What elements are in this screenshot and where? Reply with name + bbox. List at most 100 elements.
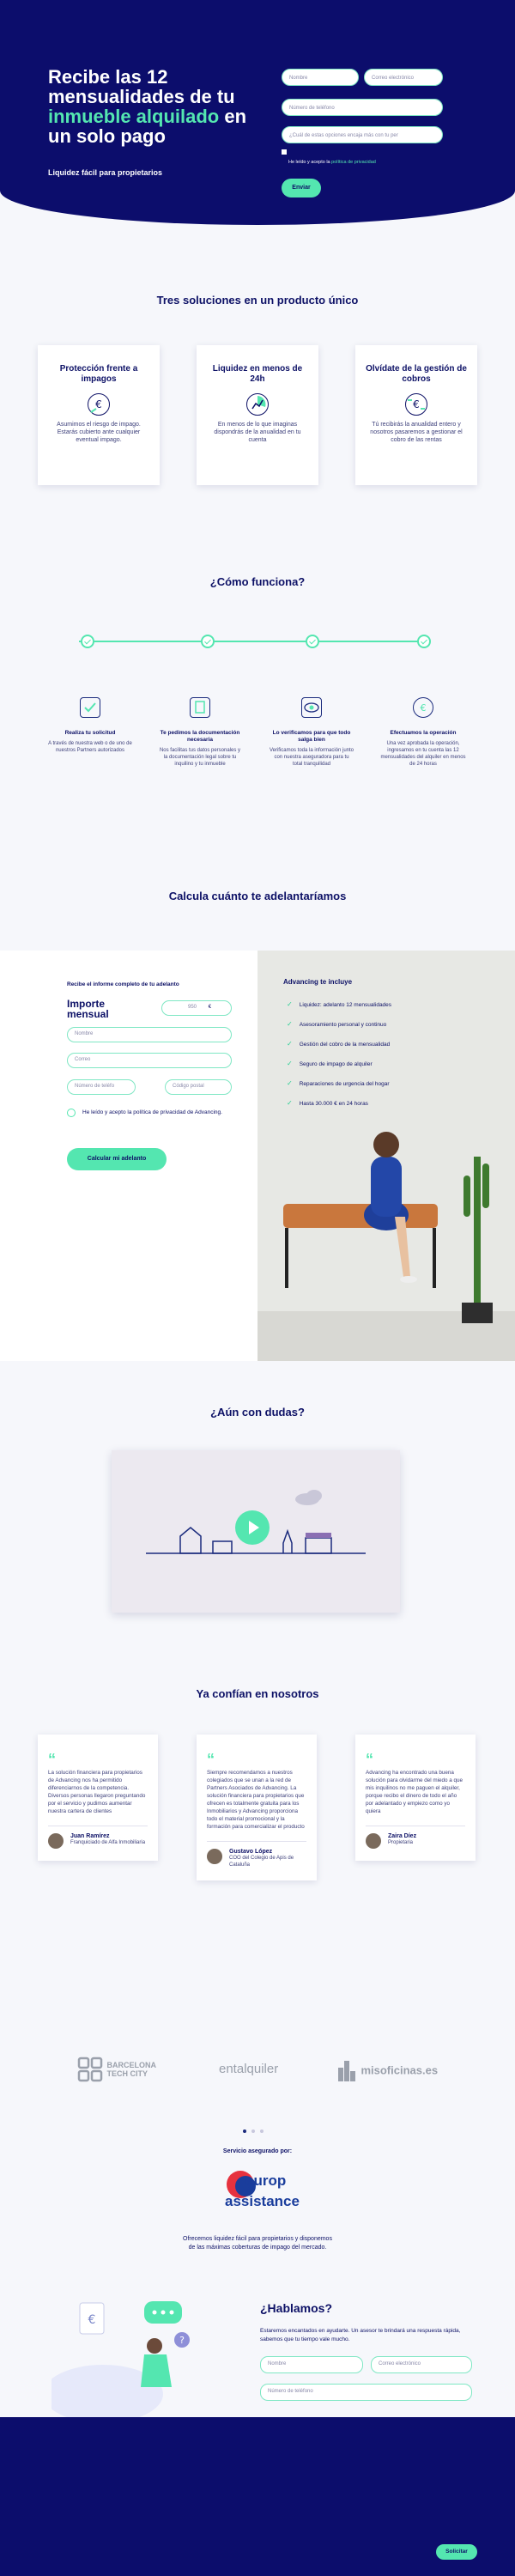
testimonial-author: Zaira Díez Propietaria [366,1833,465,1849]
carousel-dot[interactable] [251,2129,255,2133]
hero-title: Recibe las 12 mensualidades de tu inmueb… [48,67,271,146]
partner-logo-misoficinas: misoficinas.es [336,2059,448,2081]
support-illustration: € ? [52,2301,190,2421]
author-name: Juan Ramírez [70,1833,110,1839]
email-input[interactable]: Correo electrónico [364,69,443,86]
step-check-icon [306,635,319,648]
amount-value: 950 [188,1005,197,1010]
author-name: Zaira Díez [388,1833,417,1839]
checklist-icon [80,697,100,718]
author-role: Franquiciado de Alfa Inmobiliaria [70,1840,146,1845]
contact-submit-button[interactable]: Solicitar [436,2544,477,2560]
privacy-label: He leído y acepto la política de privaci… [288,160,376,165]
woman-on-bench-photo [258,1132,515,1361]
euro-shield-icon: € [88,393,110,416]
calc-postal-input[interactable]: Código postal [165,1079,232,1095]
solution-card: Liquidez en menos de 24h En menos de lo … [197,345,318,485]
contact-phone-input[interactable]: Número de teléfono [260,2384,472,2401]
amount-input[interactable]: 950 € [161,1000,232,1016]
calculator-form: Recibe el informe completo de tu adelant… [0,951,258,1361]
step-text: Verificamos toda la información junto co… [269,748,354,767]
testimonial-text: Siempre recomendamos a nuestros colegiad… [207,1770,305,1830]
solution-card: Olvídate de la gestión de cobros € Tú re… [355,345,477,485]
phone-input[interactable]: Número de teléfono [282,99,443,116]
step-check-icon [417,635,431,648]
calc-email-input[interactable]: Correo [67,1053,232,1068]
hero-section: Recibe las 12 mensualidades de tu inmueb… [0,0,515,225]
euro-cycle-icon: € [413,697,433,718]
quote-icon: “ [207,1751,215,1768]
testimonial-text: La solución financiera para propietarios… [48,1770,146,1814]
calculate-button[interactable]: Calcular mi adelanto [67,1148,167,1170]
video-player[interactable] [112,1450,400,1613]
logo-text: misoficinas.es [360,2063,439,2077]
contact-text: Estaremos encantados en ayudarte. Un ase… [260,2328,461,2342]
calc-privacy-checkbox[interactable] [67,1109,76,1117]
buildings-icon [338,2061,355,2081]
play-icon [249,1521,259,1534]
partner-logo-barcelona-tech-city: BARCELONA TECH CITY [77,2057,180,2082]
calc-name-input[interactable]: Nombre [67,1027,232,1042]
author-role: Propietaria [388,1840,414,1845]
svg-text:?: ? [179,2335,185,2346]
carousel-dots[interactable] [243,2129,272,2133]
testimonial-card: “ Advancing ha encontrado una buena solu… [355,1735,476,1861]
carousel-dot[interactable] [243,2129,246,2133]
step-text: Nos facilitas tus datos personales y la … [159,748,241,767]
svg-text:€: € [88,2313,96,2327]
contact-email-input[interactable]: Correo electrónico [371,2356,472,2373]
step-item: Lo verificamos para que todo salga bien … [269,697,354,768]
doubts-heading: ¿Aún con dudas? [210,1406,305,1419]
step-check-icon [81,635,94,648]
svg-text:€: € [420,702,426,714]
step-item: € Efectuamos la operación Una vez aproba… [380,697,466,768]
testimonial-text: Advancing ha encontrado una buena soluci… [366,1770,464,1814]
carousel-dot[interactable] [260,2129,264,2133]
amount-label: Importe mensual [67,998,109,1020]
step-title: Realiza tu solicitud [64,730,116,736]
play-button[interactable] [235,1510,270,1545]
testimonial-author: Gustavo López COO del Colegio de Apis de … [207,1849,306,1868]
hero-submit-button[interactable]: Enviar [282,179,321,197]
tech-city-grid-icon [77,2057,103,2082]
hero-title-accent: inmueble alquilado [48,106,220,127]
step-title: Efectuamos la operación [390,730,457,736]
step-item: Te pedimos la documentación necesaria No… [157,697,243,768]
brand-top: europ [245,2172,287,2189]
author-role: COO del Colegio de Apis de Cataluña [229,1856,294,1868]
steps-timeline [79,641,427,642]
solutions-heading: Tres soluciones en un producto único [156,294,359,307]
step-text: A través de nuestra web o de uno de nues… [48,741,132,753]
hero-title-part: Recibe las 12 mensualidades de tu [48,66,235,107]
includes-panel: Advancing te incluye Liquidez: adelanto … [258,951,515,1361]
solution-title: Liquidez en menos de 24h [212,364,303,384]
profile-select[interactable]: ¿Cuál de estas opciones encaja más con t… [282,126,443,143]
step-item: Realiza tu solicitud A través de nuestra… [47,697,133,754]
solution-text: Asumimos el riesgo de impago. Estarás cu… [57,422,141,443]
svg-text:€: € [95,398,102,410]
author-name: Gustavo López [229,1849,273,1855]
insurer-label: Servicio asegurado por: [222,2148,293,2154]
solution-title: Olvídate de la gestión de cobros [366,364,467,384]
euro-transfer-icon: € [405,393,427,416]
brand-bottom: assistance [225,2193,300,2209]
contact-name-input[interactable]: Nombre [260,2356,363,2373]
quote-icon: “ [366,1751,373,1768]
calculator-heading: Calcula cuánto te adelantaríamos [168,890,347,902]
calc-privacy-label: He leído y acepto la política de privaci… [82,1109,222,1115]
solution-title: Protección frente a impagos [59,364,138,384]
privacy-checkbox[interactable] [282,149,287,155]
privacy-prefix: He leído y acepto la [288,160,332,165]
step-check-icon [201,635,215,648]
step-title: Lo verificamos para que todo salga bien [272,730,351,743]
testimonial-card: “ La solución financiera para propietari… [38,1735,158,1861]
name-input[interactable]: Nombre [282,69,359,86]
testimonial-card: “ Siempre recomendamos a nuestros colegi… [197,1735,317,1880]
insurer-text: Ofrecemos liquidez fácil para propietari… [183,2236,332,2251]
privacy-link[interactable]: política de privacidad [331,160,376,165]
svg-text:€: € [413,398,420,410]
calc-phone-input[interactable]: Número de teléfo [67,1079,136,1095]
logo-text: BARCELONA TECH CITY [106,2061,156,2078]
contact-heading: ¿Hablamos? [260,2301,333,2315]
solution-text: Tú recibirás la anualidad entero y nosot… [370,422,463,443]
